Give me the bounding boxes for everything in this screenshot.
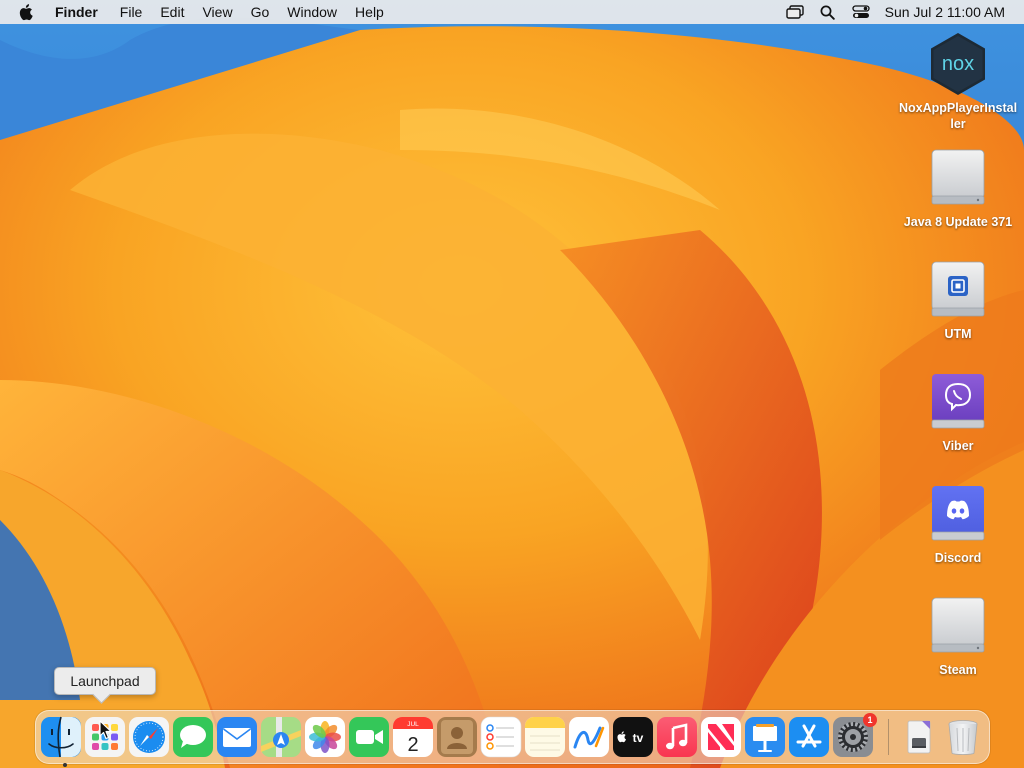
menubar-clock[interactable]: Sun Jul 2 11:00 AM (885, 4, 1005, 20)
dock-item-messages[interactable] (172, 716, 214, 758)
dock-separator (888, 719, 889, 755)
dock-item-reminders[interactable] (480, 716, 522, 758)
desktop-icon-label: Steam (939, 663, 977, 677)
desktop-icon-java[interactable]: Java 8 Update 371 (898, 146, 1018, 230)
reminders-icon (480, 716, 522, 758)
calendar-month: JUL (407, 721, 419, 728)
desktop-icon-label: Discord (934, 551, 982, 565)
desktop-icon-label: NoxAppPlayerInstaller (898, 101, 1018, 131)
contacts-icon (437, 717, 477, 757)
search-icon[interactable] (817, 0, 839, 24)
desktop-icon-label: Java 8 Update 371 (903, 215, 1013, 229)
menu-file[interactable]: File (111, 0, 152, 24)
menu-bar: Finder File Edit View Go Window Help Sun… (0, 0, 1024, 24)
screen-mirroring-icon[interactable] (784, 0, 806, 24)
music-icon (657, 717, 697, 757)
notes-icon (525, 717, 565, 757)
photos-icon (305, 717, 345, 757)
dock: JUL 2 tv 1 (35, 710, 990, 767)
dock-item-facetime[interactable] (348, 716, 390, 758)
dock-item-photos[interactable] (304, 716, 346, 758)
desktop-icon-label: Viber (942, 439, 974, 453)
utm-disk-icon (926, 258, 990, 322)
mouse-cursor-icon (99, 720, 112, 740)
freeform-icon (569, 717, 609, 757)
apple-menu-icon[interactable] (17, 0, 37, 24)
svg-text:nox: nox (942, 53, 974, 75)
menu-finder[interactable]: Finder (53, 0, 111, 24)
desktop-icon-viber[interactable]: Viber (898, 370, 1018, 454)
keynote-icon (745, 717, 785, 757)
desktop-icon-label: UTM (944, 327, 972, 341)
mail-icon (217, 717, 257, 757)
dock-item-trash[interactable] (942, 716, 984, 758)
downloads-stack-icon (907, 720, 931, 754)
tooltip-text: Launchpad (70, 673, 140, 689)
news-icon (701, 717, 741, 757)
dock-item-contacts[interactable] (436, 716, 478, 758)
messages-icon (173, 717, 213, 757)
control-center-icon[interactable] (850, 0, 872, 24)
notification-badge: 1 (863, 713, 877, 727)
dock-item-safari[interactable] (128, 716, 170, 758)
desktop-icon-nox-installer[interactable]: nox NoxAppPlayerInstaller (898, 32, 1018, 132)
running-indicator (63, 763, 67, 767)
dock-item-maps[interactable] (260, 716, 302, 758)
finder-icon (41, 716, 81, 758)
desktop-wallpaper (0, 0, 1024, 768)
dock-item-downloads[interactable] (898, 716, 940, 758)
menu-go[interactable]: Go (242, 0, 279, 24)
disk-image-icon (926, 146, 990, 210)
dock-item-music[interactable] (656, 716, 698, 758)
menu-view[interactable]: View (193, 0, 241, 24)
dock-item-tv[interactable]: tv (612, 716, 654, 758)
trash-icon (948, 720, 978, 755)
dock-item-app-store[interactable] (788, 716, 830, 758)
dock-item-notes[interactable] (524, 716, 566, 758)
disk-image-icon (926, 594, 990, 658)
desktop-icon-utm[interactable]: UTM (898, 258, 1018, 342)
dock-item-calendar[interactable]: JUL 2 (392, 716, 434, 758)
dock-item-system-settings[interactable]: 1 (832, 713, 877, 758)
tv-wordmark: tv (633, 731, 644, 745)
menu-edit[interactable]: Edit (151, 0, 193, 24)
facetime-icon (349, 717, 389, 757)
desktop-icon-steam[interactable]: Steam (898, 594, 1018, 678)
dock-item-news[interactable] (700, 716, 742, 758)
menu-window[interactable]: Window (278, 0, 346, 24)
calendar-day: 2 (407, 734, 418, 756)
nox-installer-icon: nox (926, 32, 990, 96)
safari-icon (129, 717, 169, 757)
viber-disk-icon (926, 370, 990, 434)
maps-icon (261, 717, 301, 757)
dock-tooltip: Launchpad (54, 667, 156, 704)
calendar-icon: JUL 2 (393, 717, 433, 757)
discord-disk-icon (926, 482, 990, 546)
desktop-icon-discord[interactable]: Discord (898, 482, 1018, 566)
dock-item-finder[interactable] (40, 716, 82, 767)
app-store-icon (789, 717, 829, 757)
apple-tv-icon: tv (613, 717, 653, 757)
dock-item-mail[interactable] (216, 716, 258, 758)
dock-item-freeform[interactable] (568, 716, 610, 758)
dock-item-keynote[interactable] (744, 716, 786, 758)
menu-help[interactable]: Help (346, 0, 393, 24)
